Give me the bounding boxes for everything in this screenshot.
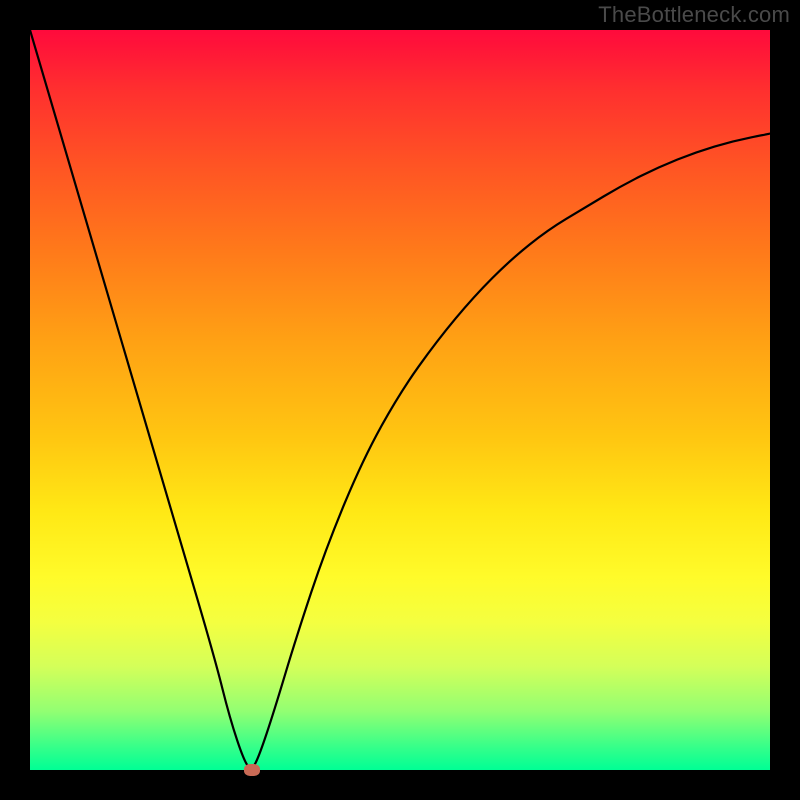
watermark-text: TheBottleneck.com — [598, 2, 790, 28]
optimal-point-marker — [244, 764, 260, 776]
chart-frame: TheBottleneck.com — [0, 0, 800, 800]
bottleneck-curve — [30, 30, 770, 770]
plot-area — [30, 30, 770, 770]
